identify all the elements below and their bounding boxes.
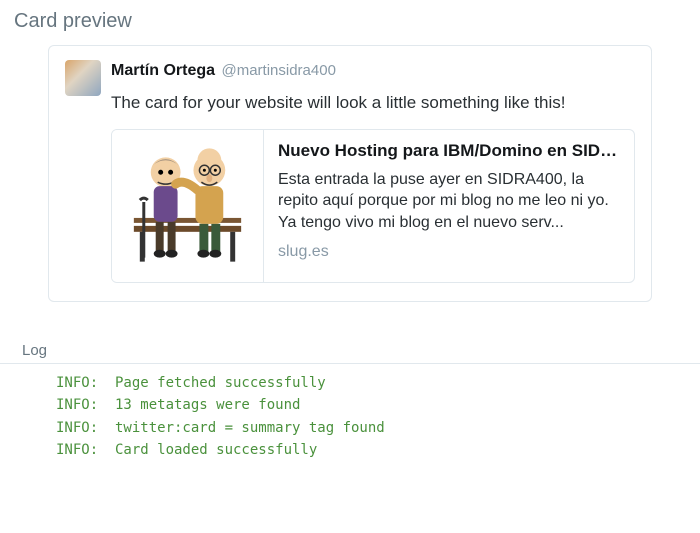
log-line: INFO: Card loaded successfully (56, 439, 700, 461)
tweet-text: The card for your website will look a li… (111, 92, 635, 115)
log-line: INFO: Page fetched successfully (56, 372, 700, 394)
log-line: INFO: twitter:card = summary tag found (56, 417, 700, 439)
card-preview-container: Martín Ortega @martinsidra400 The card f… (0, 45, 700, 342)
tweet-header: Martín Ortega @martinsidra400 The card f… (65, 60, 635, 283)
link-preview-card[interactable]: Nuevo Hosting para IBM/Domino en SID… Es… (111, 129, 635, 283)
avatar[interactable] (65, 60, 101, 96)
log-section: Log INFO: Page fetched successfullyINFO:… (0, 342, 700, 480)
handle[interactable]: @martinsidra400 (221, 62, 335, 79)
log-heading: Log (0, 342, 700, 364)
link-preview-title: Nuevo Hosting para IBM/Domino en SID… (278, 140, 620, 163)
link-preview-image (112, 130, 264, 282)
log-output: INFO: Page fetched successfullyINFO: 13 … (0, 372, 700, 462)
link-preview-description: Esta entrada la puse ayer en SIDRA400, l… (278, 169, 620, 234)
log-line: INFO: 13 metatags were found (56, 394, 700, 416)
link-preview-domain: slug.es (278, 243, 620, 261)
tweet-card: Martín Ortega @martinsidra400 The card f… (48, 45, 652, 302)
display-name[interactable]: Martín Ortega (111, 62, 215, 79)
card-preview-heading: Card preview (0, 0, 700, 45)
author-line: Martín Ortega @martinsidra400 (111, 60, 635, 82)
